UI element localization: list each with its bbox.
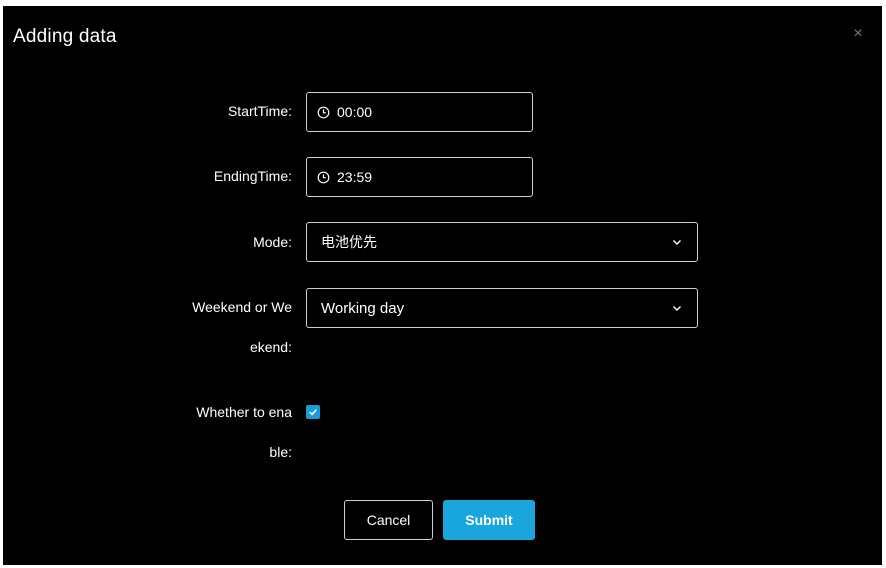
mode-select-value: 电池优先 xyxy=(321,234,377,250)
enable-checkbox[interactable] xyxy=(306,405,320,419)
enable-label-line1: Whether to ena xyxy=(196,404,292,420)
mode-select[interactable]: 电池优先 xyxy=(306,222,698,262)
ending-time-picker[interactable]: 23:59 xyxy=(306,157,533,197)
clock-icon xyxy=(317,106,330,119)
chevron-down-icon xyxy=(671,302,683,314)
adding-data-dialog: Adding data × StartTime: 00:00 EndingTim… xyxy=(3,6,882,565)
day-type-label-line2: ekend: xyxy=(249,339,292,355)
check-icon xyxy=(309,409,317,416)
ending-time-label: EndingTime: xyxy=(213,168,292,184)
dialog-title: Adding data xyxy=(13,26,117,47)
day-type-select[interactable]: Working day xyxy=(306,288,698,328)
cancel-button[interactable]: Cancel xyxy=(344,500,433,540)
start-time-value: 00:00 xyxy=(337,104,373,120)
start-time-label: StartTime: xyxy=(227,103,292,119)
day-type-select-value: Working day xyxy=(321,299,405,317)
clock-icon xyxy=(317,171,330,184)
start-time-picker[interactable]: 00:00 xyxy=(306,92,533,132)
enable-label-line2: ble: xyxy=(269,444,292,460)
submit-button[interactable]: Submit xyxy=(443,500,535,540)
mode-label: Mode: xyxy=(253,234,292,250)
day-type-label-line1: Weekend or We xyxy=(192,299,292,315)
ending-time-value: 23:59 xyxy=(337,169,373,185)
close-icon[interactable]: × xyxy=(850,26,866,42)
chevron-down-icon xyxy=(671,236,683,248)
